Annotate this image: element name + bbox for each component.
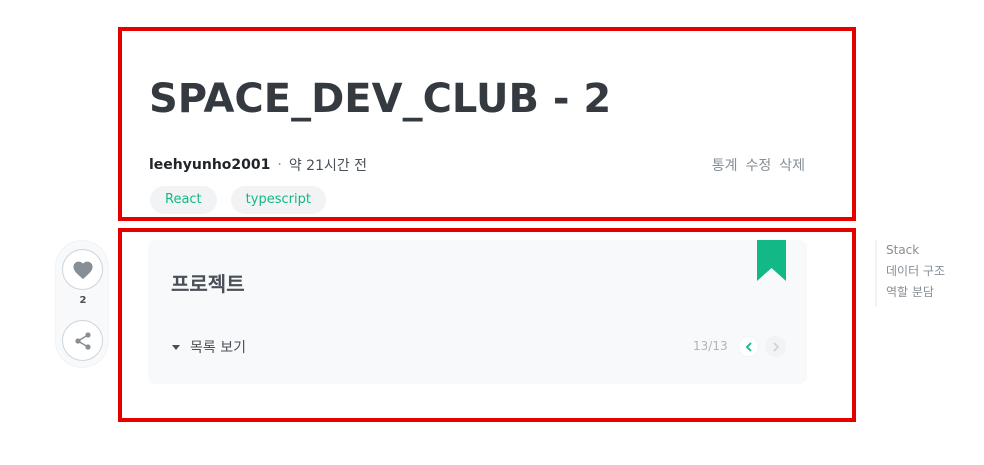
series-title[interactable]: 프로젝트 (171, 268, 245, 297)
post-actions: 통계 수정 삭제 (712, 155, 805, 175)
table-of-contents: Stack 데이터 구조 역할 분담 (875, 240, 945, 307)
series-prev-button[interactable] (738, 336, 759, 357)
toc-item-stack[interactable]: Stack (886, 240, 945, 261)
edit-button[interactable]: 수정 (745, 155, 771, 175)
author-link[interactable]: leehyunho2001 (149, 157, 270, 173)
tag-typescript[interactable]: typescript (230, 186, 326, 214)
series-count: 13/13 (693, 339, 728, 353)
series-card: 프로젝트 목록 보기 13/13 (148, 240, 807, 384)
share-button[interactable] (62, 320, 103, 361)
series-toggle-button[interactable]: 목록 보기 (172, 337, 246, 357)
tag-list: React typescript (150, 186, 326, 214)
heart-icon (72, 261, 93, 279)
side-action-bar: 2 (55, 240, 109, 368)
tag-react[interactable]: React (150, 186, 217, 214)
delete-button[interactable]: 삭제 (779, 155, 805, 175)
like-button[interactable] (62, 249, 103, 290)
series-next-button[interactable] (765, 336, 786, 357)
series-toggle-label: 목록 보기 (190, 340, 246, 356)
caret-down-icon (172, 344, 180, 350)
post-meta: leehyunho2001 · 약 21시간 전 (149, 155, 367, 175)
toc-item-roles[interactable]: 역할 분담 (886, 282, 945, 303)
meta-separator: · (277, 157, 282, 173)
share-icon (74, 331, 91, 350)
post-date: 약 21시간 전 (288, 158, 368, 174)
like-count: 2 (79, 295, 87, 306)
stats-button[interactable]: 통계 (712, 155, 738, 175)
chevron-left-icon (745, 341, 752, 352)
bookmark-icon (757, 240, 786, 281)
toc-item-data-structure[interactable]: 데이터 구조 (886, 261, 945, 282)
post-title: SPACE_DEV_CLUB - 2 (149, 76, 612, 122)
chevron-right-icon (772, 341, 779, 352)
